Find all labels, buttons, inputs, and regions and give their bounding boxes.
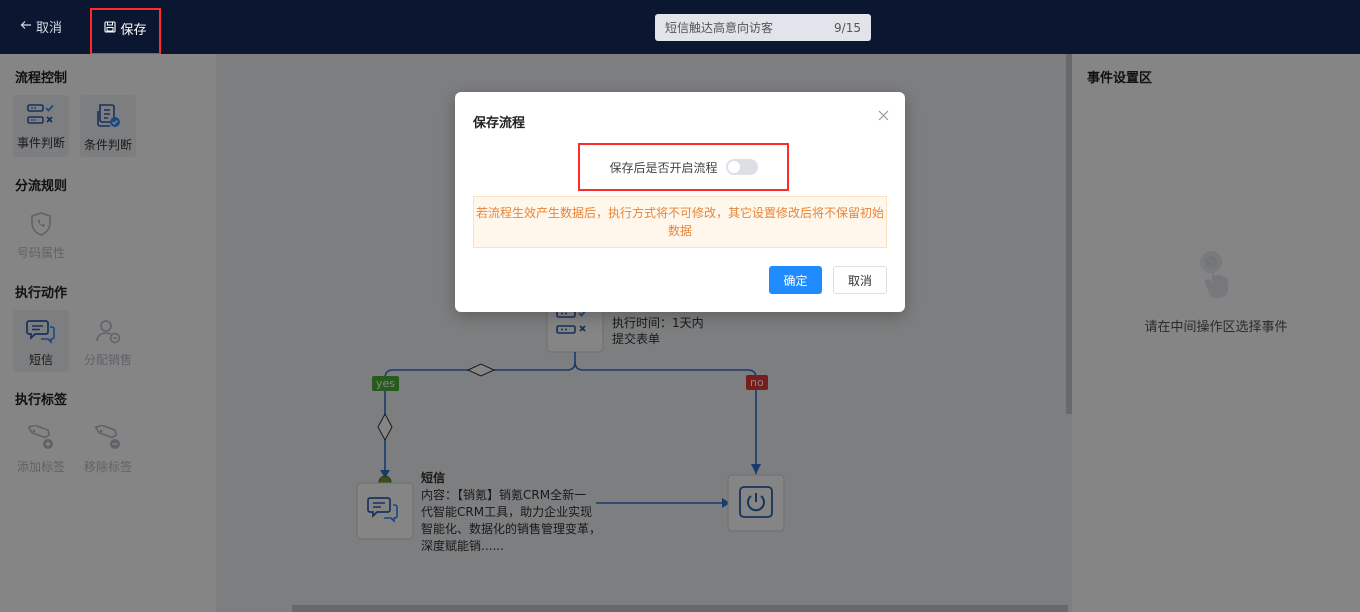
save-label: 保存 — [120, 23, 147, 38]
warning-notice: 若流程生效产生数据后，执行方式将不可修改，其它设置修改后将不保留初始 数据 — [473, 196, 887, 248]
enable-flow-switch[interactable] — [725, 159, 758, 175]
floppy-disk-icon — [104, 21, 117, 37]
dialog-title: 保存流程 — [473, 116, 526, 131]
flow-name-input[interactable]: 短信触达高意向访客 9/15 — [655, 14, 871, 41]
warning-text-line1: 若流程生效产生数据后，执行方式将不可修改，其它设置修改后将不保留初始 — [475, 206, 884, 220]
close-icon[interactable] — [878, 106, 889, 125]
dialog-cancel-button[interactable]: 取消 — [833, 266, 887, 294]
save-flow-dialog: 保存流程 保存后是否开启流程 若流程生效产生数据后，执行方式将不可修改，其它设置… — [455, 92, 905, 312]
confirm-button[interactable]: 确定 — [769, 266, 822, 294]
top-bar: 取消 保存 短信触达高意向访客 9/15 — [0, 0, 1360, 55]
toggle-label: 保存后是否开启流程 — [609, 160, 718, 175]
arrow-left-icon — [20, 19, 32, 35]
warning-text-line2: 数据 — [667, 224, 692, 238]
enable-flow-toggle-row: 保存后是否开启流程 — [578, 143, 789, 191]
flow-name-text: 短信触达高意向访客 — [665, 21, 774, 35]
save-button[interactable]: 保存 — [90, 8, 161, 55]
flow-name-count: 9/15 — [834, 20, 861, 35]
cancel-label: 取消 — [36, 21, 63, 36]
cancel-button[interactable]: 取消 — [20, 17, 62, 36]
